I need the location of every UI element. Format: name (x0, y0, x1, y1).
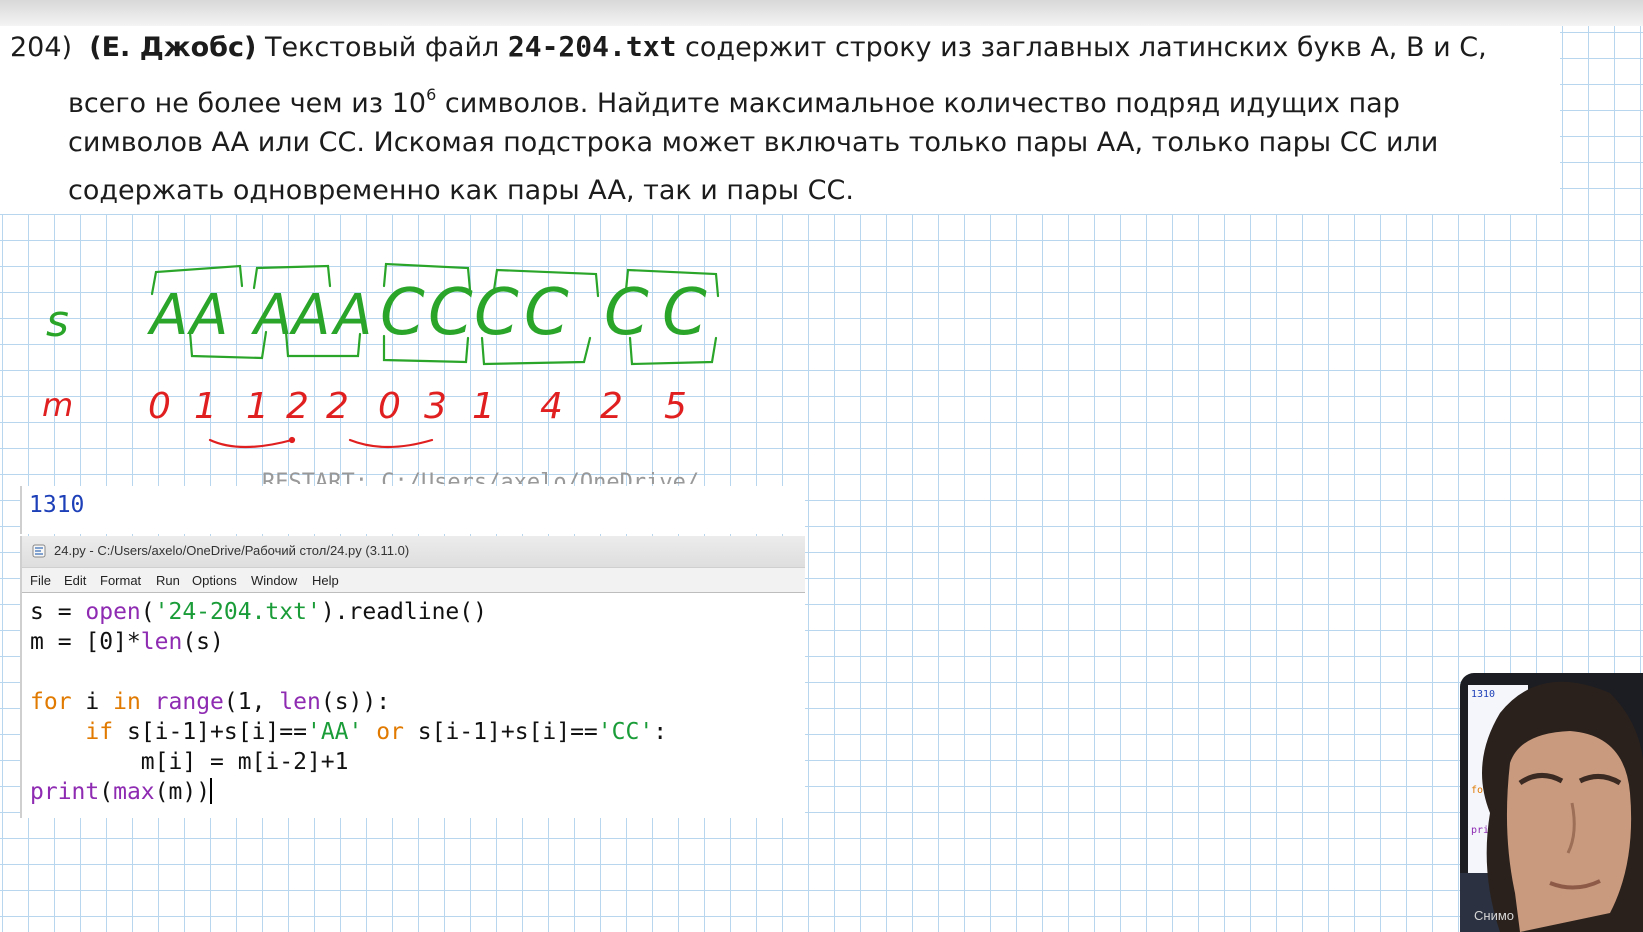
m-value-3: 2 (286, 386, 309, 427)
letters-group: AAAAACCCCCC (147, 276, 707, 350)
m-value-0: 0 (148, 386, 171, 427)
menu-format[interactable]: Format (100, 573, 141, 588)
idle-editor-window: 24.py - C:/Users/axelo/OneDrive/Рабочий … (20, 536, 805, 818)
m-value-9: 2 (600, 386, 623, 427)
task-author: (Е. Джобс) (89, 32, 257, 63)
drawn-letter-3: A (289, 283, 330, 348)
task-line-1: 204) (Е. Джобс) Текстовый файл 24-204.tx… (10, 30, 1487, 65)
arc-dot (288, 436, 296, 444)
top-strip (0, 0, 1643, 26)
drawn-letter-1: A (187, 283, 228, 348)
arc-2 (348, 438, 434, 449)
task-line1-post: содержит строку из заглавных латинских б… (685, 32, 1487, 63)
red-arcs (208, 436, 434, 449)
shell-output-value: 1310 (29, 492, 85, 518)
menu-run[interactable]: Run (156, 573, 180, 588)
code-line-2: m = [0]*len(s) (30, 629, 224, 655)
m-value-2: 1 (246, 386, 269, 427)
task-line-2: всего не более чем из 106 символов. Найд… (68, 78, 1400, 121)
drawing-canvas: s m AAAAACCCCCC 01122031425 (42, 262, 720, 449)
code-line-5: if s[i-1]+s[i]=='AA' or s[i-1]+s[i]=='CC… (85, 719, 668, 745)
m-value-5: 0 (378, 386, 401, 427)
m-value-6: 3 (424, 386, 447, 427)
task-line2-sup: 6 (426, 85, 437, 104)
task-line-4: содержать одновременно как пары AA, так … (68, 175, 854, 206)
m-value-10: 5 (664, 386, 687, 427)
presenter-face-icon (1482, 681, 1643, 932)
task-line2-post: символов. Найдите максимальное количеств… (444, 88, 1400, 119)
m-value-1: 1 (194, 386, 217, 427)
menu-edit[interactable]: Edit (64, 573, 86, 588)
label-s: s (46, 296, 69, 347)
menu-options[interactable]: Options (192, 573, 237, 588)
drawn-letter-6: C (428, 276, 473, 350)
task-line2-pre: всего не более чем из 10 (68, 88, 427, 119)
drawn-letter-8: C (524, 276, 569, 350)
m-value-4: 2 (326, 386, 349, 427)
editor-menubar: File Edit Format Run Options Window Help (22, 568, 805, 593)
label-m: m (42, 386, 73, 424)
drawn-letter-5: C (380, 276, 425, 350)
drawn-letter-4: A (331, 283, 372, 348)
m-value-8: 4 (540, 386, 563, 427)
menu-window[interactable]: Window (251, 573, 297, 588)
python-file-icon (32, 544, 46, 558)
code-line-7: print(max(m)) (30, 778, 213, 805)
task-statement: 204) (Е. Джобс) Текстовый файл 24-204.tx… (0, 26, 1560, 214)
text-cursor (210, 778, 213, 804)
task-line1-pre: Текстовый файл (264, 32, 500, 63)
menu-help[interactable]: Help (312, 573, 339, 588)
drawn-letter-7: C (474, 276, 519, 350)
task-line-3: символов AA или CC. Искомая подстрока мо… (68, 127, 1439, 158)
menu-file[interactable]: File (30, 573, 51, 588)
shell-partial-text: RESTART: C:/Users/axelo/OneDrive/... (262, 472, 739, 484)
code-editor[interactable]: s = open('24-204.txt').readline() m = [0… (22, 593, 805, 818)
m-values-group: 01122031425 (148, 386, 687, 427)
task-filename: 24-204.txt (507, 30, 677, 63)
webcam-overlay: 1310 fo print Снимо (1460, 673, 1643, 932)
code-line-4: for i in range(1, len(s)): (30, 689, 391, 715)
editor-title: 24.py - C:/Users/axelo/OneDrive/Рабочий … (54, 543, 410, 558)
editor-titlebar[interactable]: 24.py - C:/Users/axelo/OneDrive/Рабочий … (22, 536, 805, 568)
webcam-taskbar-text: Снимо (1474, 908, 1514, 923)
arc-1 (208, 438, 294, 449)
code-line-1: s = open('24-204.txt').readline() (30, 599, 487, 625)
shell-output-panel: RESTART: C:/Users/axelo/OneDrive/... 131… (20, 472, 805, 534)
drawn-letter-10: C (662, 276, 707, 350)
handwritten-drawing: s m AAAAACCCCCC 01122031425 (0, 214, 820, 474)
task-number: 204) (10, 32, 73, 63)
m-value-7: 1 (472, 386, 495, 427)
code-line-6: m[i] = m[i-2]+1 (30, 749, 349, 775)
